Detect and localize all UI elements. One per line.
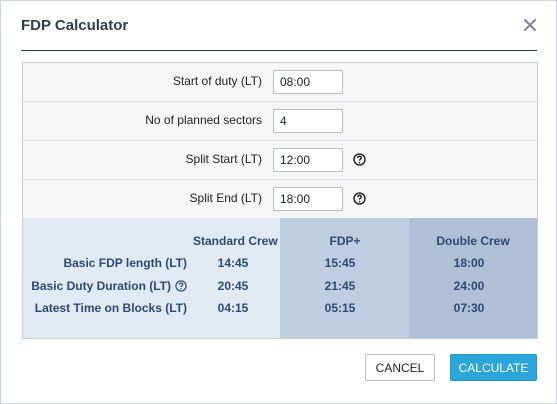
basic-duty-standard-value: 20:45	[217, 279, 249, 293]
basic-duty-fdp-plus-value: 21:45	[324, 279, 356, 293]
double-crew-header: Double Crew	[436, 234, 510, 248]
split-end-label: Split End (LT)	[189, 191, 262, 205]
latest-time-on-blocks-label: Latest Time on Blocks (LT)	[34, 301, 187, 315]
basic-duty-duration-label: Basic Duty Duration (LT)	[31, 279, 171, 293]
cancel-button[interactable]: CANCEL	[365, 354, 435, 381]
planned-sectors-row: No of planned sectors	[23, 102, 537, 141]
start-of-duty-label: Start of duty (LT)	[172, 74, 262, 88]
basic-duty-double-value: 24:00	[453, 279, 485, 293]
results-table: Standard Crew FDP+ Double Crew Basic FDP…	[23, 218, 537, 338]
latest-time-standard-value: 04:15	[217, 301, 249, 315]
close-button[interactable]	[522, 17, 538, 33]
dialog-title: FDP Calculator	[21, 17, 129, 34]
split-start-label: Split Start (LT)	[185, 152, 262, 166]
fdp-plus-header: FDP+	[329, 234, 361, 248]
basic-fdp-length-label: Basic FDP length (LT)	[63, 256, 187, 270]
question-circle-icon[interactable]	[353, 153, 366, 166]
planned-sectors-input[interactable]	[273, 109, 343, 133]
title-divider	[21, 50, 537, 51]
latest-time-double-value: 07:30	[453, 301, 485, 315]
question-circle-icon[interactable]	[353, 192, 366, 205]
start-of-duty-input[interactable]	[273, 70, 343, 94]
latest-time-fdp-plus-value: 05:15	[324, 301, 356, 315]
split-end-row: Split End (LT)	[23, 180, 537, 219]
standard-crew-header: Standard Crew	[193, 234, 278, 248]
calculator-panel: Start of duty (LT) No of planned sectors…	[22, 62, 538, 339]
basic-fdp-double-value: 18:00	[453, 256, 485, 270]
planned-sectors-label: No of planned sectors	[145, 113, 262, 127]
basic-fdp-standard-value: 14:45	[217, 256, 249, 270]
basic-fdp-fdp-plus-value: 15:45	[324, 256, 356, 270]
basic-duty-duration-label-wrap: Basic Duty Duration (LT)	[31, 279, 187, 293]
question-circle-icon[interactable]	[175, 280, 187, 292]
split-end-input[interactable]	[273, 187, 343, 211]
split-start-input[interactable]	[273, 148, 343, 172]
split-start-row: Split Start (LT)	[23, 141, 537, 180]
close-icon	[524, 19, 536, 31]
calculate-button[interactable]: CALCULATE	[450, 354, 537, 381]
fdp-calculator-dialog: FDP Calculator Start of duty (LT) No of …	[0, 0, 557, 404]
start-of-duty-row: Start of duty (LT)	[23, 63, 537, 102]
